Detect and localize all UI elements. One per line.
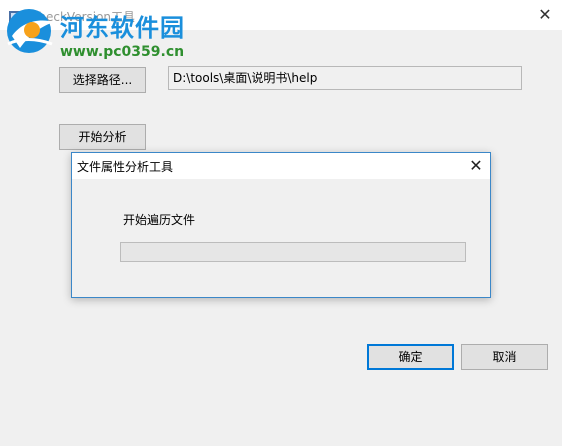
- select-path-button[interactable]: 选择路径...: [59, 67, 146, 93]
- watermark: 河东软件园 www.pc0359.cn: [0, 2, 230, 64]
- dialog-status-text: 开始遍历文件: [123, 213, 196, 227]
- main-window: CheckVersion工具 ✕ 河东软件园 www.pc0359.cn 选择路…: [0, 0, 562, 446]
- dialog-title-bar: 文件属性分析工具 ✕: [72, 153, 490, 179]
- close-icon[interactable]: ✕: [532, 4, 558, 26]
- progress-bar: [120, 242, 466, 262]
- start-analysis-button[interactable]: 开始分析: [59, 124, 146, 150]
- analysis-dialog: 文件属性分析工具 ✕ 开始遍历文件: [71, 152, 491, 298]
- path-field: D:\tools\桌面\说明书\help: [168, 66, 522, 90]
- dialog-close-icon[interactable]: ✕: [464, 155, 488, 177]
- cancel-button[interactable]: 取消: [461, 344, 548, 370]
- dialog-title: 文件属性分析工具: [77, 160, 174, 174]
- ok-button[interactable]: 确定: [367, 344, 454, 370]
- watermark-site-name: 河东软件园: [60, 13, 185, 42]
- watermark-url: www.pc0359.cn: [60, 44, 185, 60]
- watermark-logo-icon: [7, 9, 54, 53]
